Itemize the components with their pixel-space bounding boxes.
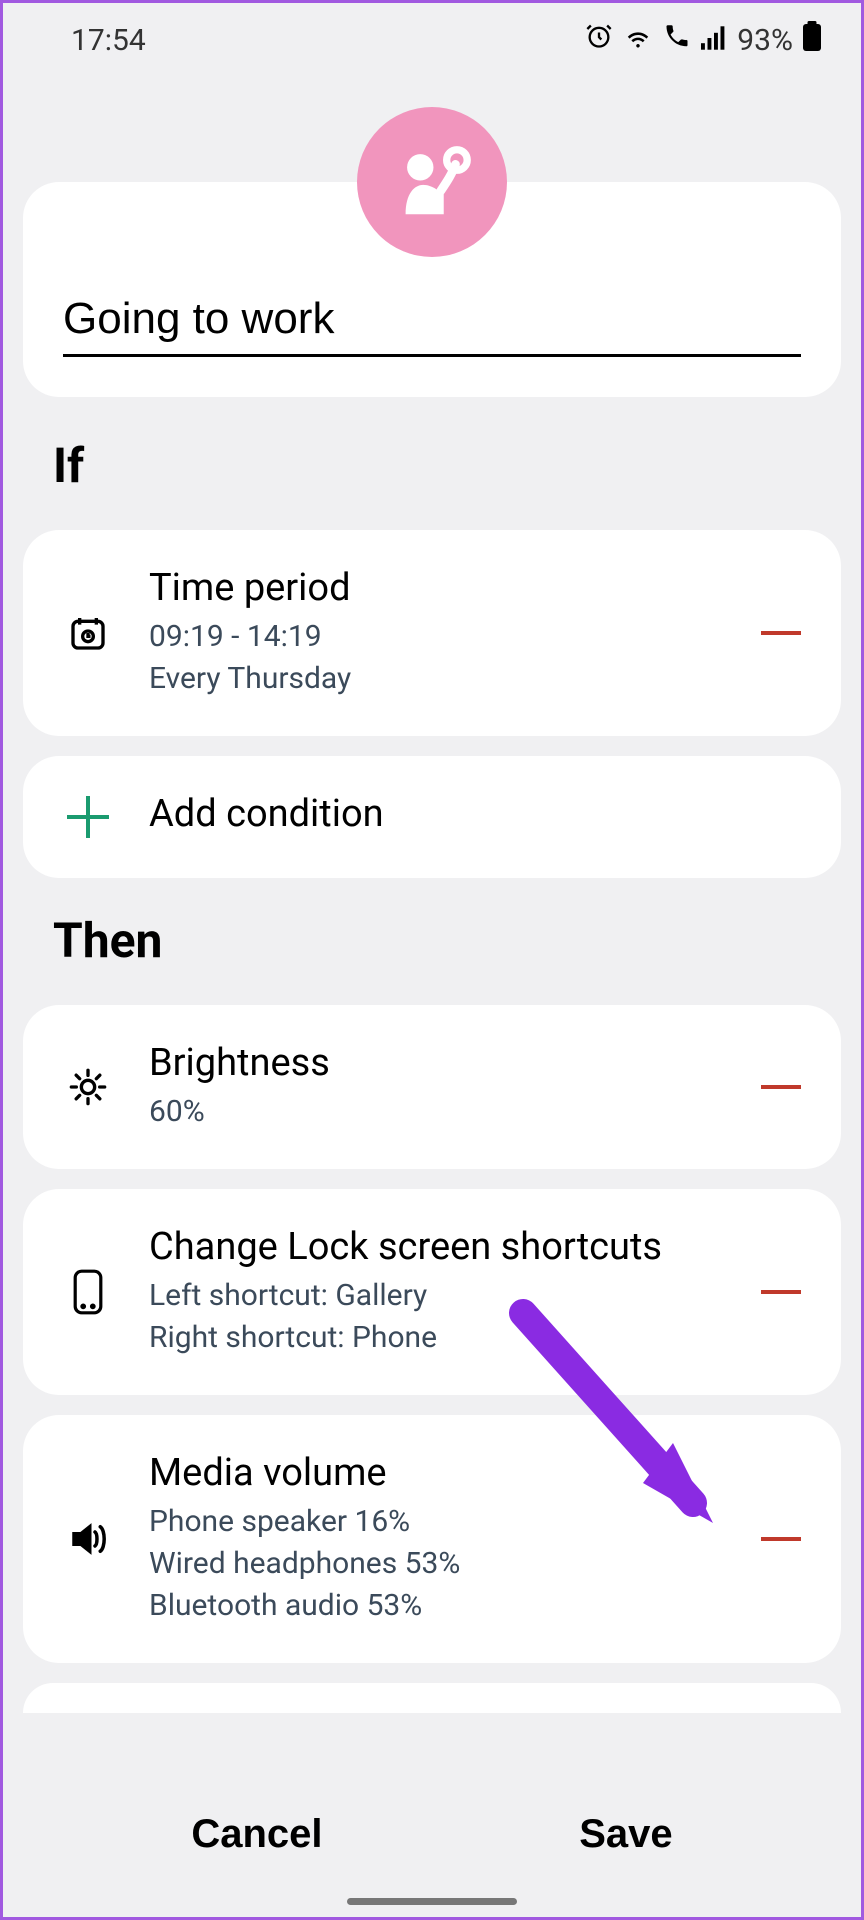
call-icon bbox=[663, 22, 691, 58]
cancel-button[interactable]: Cancel bbox=[191, 1812, 322, 1857]
routine-icon-avatar[interactable] bbox=[357, 107, 507, 257]
battery-icon bbox=[803, 21, 821, 59]
add-condition-button[interactable]: Add condition bbox=[23, 756, 841, 878]
brightness-icon bbox=[63, 1067, 113, 1107]
action-title: Brightness bbox=[149, 1041, 725, 1085]
status-bar: 17:54 93% bbox=[3, 3, 861, 77]
action-sub: Wired headphones 53% bbox=[149, 1543, 725, 1585]
action-title: Media volume bbox=[149, 1451, 725, 1495]
phone-device-icon bbox=[63, 1268, 113, 1316]
nav-handle[interactable] bbox=[347, 1898, 517, 1905]
calendar-icon bbox=[63, 613, 113, 653]
add-condition-label: Add condition bbox=[149, 792, 801, 836]
bottom-action-bar: Cancel Save bbox=[3, 1782, 861, 1897]
action-brightness[interactable]: Brightness 60% bbox=[23, 1005, 841, 1169]
action-sub: Right shortcut: Phone bbox=[149, 1317, 725, 1359]
battery-text: 93% bbox=[737, 23, 793, 58]
action-sub: Bluetooth audio 53% bbox=[149, 1585, 725, 1627]
wifi-icon bbox=[623, 23, 653, 58]
speaker-icon bbox=[63, 1518, 113, 1560]
routine-name-input[interactable] bbox=[63, 282, 801, 357]
condition-sub: 09:19 - 14:19 bbox=[149, 616, 725, 658]
if-section-label: If bbox=[53, 437, 861, 494]
commute-person-icon bbox=[388, 138, 476, 226]
status-time: 17:54 bbox=[71, 23, 146, 58]
action-lock-screen-shortcuts[interactable]: Change Lock screen shortcuts Left shortc… bbox=[23, 1189, 841, 1395]
remove-action-button[interactable] bbox=[761, 1085, 801, 1089]
alarm-icon bbox=[585, 22, 613, 58]
action-sub: 60% bbox=[149, 1091, 725, 1133]
action-title: Change Lock screen shortcuts bbox=[149, 1225, 725, 1269]
condition-time-period[interactable]: Time period 09:19 - 14:19 Every Thursday bbox=[23, 530, 841, 736]
remove-condition-button[interactable] bbox=[761, 631, 801, 635]
plus-icon bbox=[67, 796, 109, 838]
remove-action-button[interactable] bbox=[761, 1290, 801, 1294]
action-media-volume[interactable]: Media volume Phone speaker 16% Wired hea… bbox=[23, 1415, 841, 1663]
next-card-peek bbox=[23, 1683, 841, 1713]
condition-title: Time period bbox=[149, 566, 725, 610]
signal-icon bbox=[701, 23, 727, 58]
action-sub: Left shortcut: Gallery bbox=[149, 1275, 725, 1317]
condition-sub: Every Thursday bbox=[149, 658, 725, 700]
remove-action-button[interactable] bbox=[761, 1537, 801, 1541]
status-icons: 93% bbox=[585, 21, 821, 59]
save-button[interactable]: Save bbox=[579, 1812, 672, 1857]
action-sub: Phone speaker 16% bbox=[149, 1501, 725, 1543]
then-section-label: Then bbox=[53, 912, 861, 969]
